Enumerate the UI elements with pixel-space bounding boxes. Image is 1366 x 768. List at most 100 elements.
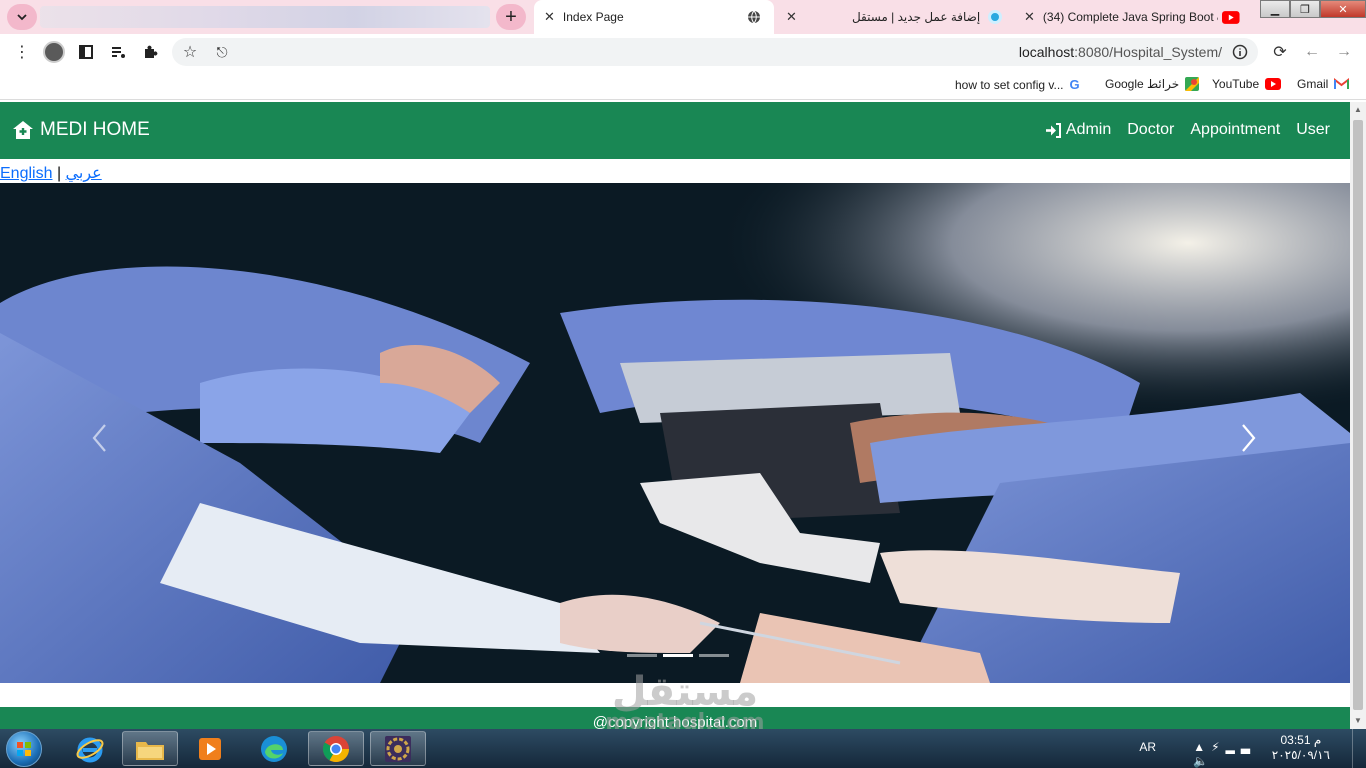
carousel-indicator-1[interactable] [627, 654, 657, 657]
bookmark-star-icon[interactable]: ☆ [180, 42, 200, 62]
tray-icons: ▲⚡▂▃ 🔈 [1193, 740, 1256, 768]
menu-dots-icon[interactable]: ⋮ [12, 42, 32, 62]
carousel-indicators [624, 654, 732, 657]
scroll-down-arrow-icon[interactable]: ▼ [1350, 713, 1366, 729]
address-bar[interactable]: ☆ ⎋ localhost:8080/Hospital_System/ [172, 38, 1258, 66]
edge-taskbar-icon[interactable] [246, 731, 302, 766]
nav-admin-label: Admin [1065, 121, 1112, 138]
close-window-button[interactable]: ✕ [1320, 0, 1366, 18]
lang-arabic-link[interactable]: عربي [66, 165, 102, 182]
clock-time: 03:51 م [1280, 733, 1322, 747]
tab-search-button[interactable] [7, 4, 37, 30]
nav-appointment[interactable]: Appointment [1190, 121, 1280, 139]
window-controls: ▁ ❐ ✕ [1260, 0, 1366, 18]
bookmark-label: Gmail [1297, 77, 1329, 91]
gmail-icon [1334, 78, 1350, 90]
nav-user[interactable]: User [1296, 121, 1330, 139]
tab-youtube-video[interactable]: ✕ (34) Complete Java Spring Boot & [1014, 0, 1250, 34]
bookmark-google-maps[interactable]: Google خرائط [1105, 77, 1200, 91]
reload-icon[interactable]: ⟳ [1270, 42, 1290, 62]
pinned-tabs-area [40, 6, 490, 28]
bookmark-label: YouTube [1212, 77, 1260, 91]
url-host: localhost [1018, 44, 1075, 60]
internet-explorer-taskbar-icon[interactable] [62, 731, 118, 766]
tab-title: إضافة عمل جديد | مستقل [851, 10, 981, 24]
bookmark-youtube[interactable]: YouTube [1212, 77, 1282, 91]
back-arrow-icon[interactable]: ← [1302, 42, 1322, 62]
browser-toolbar: ⋮ ☆ ⎋ localhost:8080/Hospital_System/ ⟳ … [0, 34, 1366, 70]
profile-avatar[interactable] [43, 41, 65, 63]
tab-title: Index Page [562, 10, 624, 24]
google-g-icon: G [1069, 77, 1080, 92]
chrome-taskbar-icon[interactable] [308, 731, 364, 766]
language-switcher: English | عربي [0, 163, 102, 183]
page-scrollbar[interactable]: ▲ ▼ [1350, 102, 1366, 729]
carousel-next-button[interactable] [1228, 418, 1268, 458]
file-explorer-taskbar-icon[interactable] [122, 731, 178, 766]
tab-index-page[interactable]: ✕ Index Page [534, 0, 774, 34]
carousel-slide-image [0, 183, 1350, 683]
nav-admin[interactable]: Admin [1045, 121, 1111, 139]
chevron-right-icon [1242, 424, 1256, 452]
url-path: :8080/Hospital_System/ [1074, 44, 1222, 60]
carousel-indicator-2[interactable] [663, 654, 693, 657]
nav-doctor[interactable]: Doctor [1127, 121, 1174, 139]
site-info-icon[interactable] [1230, 42, 1250, 62]
java-ee-ide-taskbar-icon[interactable] [370, 731, 426, 766]
forward-arrow-icon[interactable]: → [1334, 42, 1354, 62]
site-navbar: MEDI HOME Admin Doctor Appointment User [0, 102, 1350, 159]
bookmarks-bar: how to set config v... G Google خرائط Yo… [0, 70, 1366, 100]
input-language-indicator[interactable]: AR [1139, 740, 1156, 754]
globe-icon [747, 10, 760, 24]
youtube-icon [1265, 78, 1282, 90]
web-page: MEDI HOME Admin Doctor Appointment User … [0, 102, 1350, 729]
windows-logo-icon [17, 742, 31, 756]
tray-expand-icon[interactable]: ▲ [1193, 740, 1211, 754]
tab-mostaql[interactable]: ✕ إضافة عمل جديد | مستقل [776, 0, 1012, 34]
volume-icon[interactable]: 🔈 [1193, 754, 1214, 768]
show-desktop-button[interactable] [1352, 729, 1366, 768]
brand-link[interactable]: MEDI HOME [12, 119, 150, 141]
brand-name: MEDI HOME [40, 119, 150, 140]
close-tab-icon[interactable]: ✕ [1024, 9, 1035, 25]
close-tab-icon[interactable]: ✕ [544, 9, 555, 25]
clock-date: ٢٠٢٥/٠٩/١٦ [1271, 748, 1330, 762]
extensions-puzzle-icon[interactable] [140, 42, 160, 62]
nav-user-label: User [1296, 121, 1330, 138]
chevron-down-icon [17, 14, 27, 21]
sign-in-icon [1045, 122, 1061, 138]
youtube-icon [1222, 10, 1240, 24]
power-icon[interactable]: ⚡ [1211, 740, 1225, 754]
media-player-taskbar-icon[interactable] [182, 731, 238, 766]
share-icon[interactable]: ⎋ [212, 42, 232, 62]
url-text[interactable]: localhost:8080/Hospital_System/ [1019, 44, 1222, 60]
windows-taskbar: AR ▲⚡▂▃ 🔈 03:51 م ٢٠٢٥/٠٩/١٦ [0, 729, 1366, 768]
bookmark-label: how to set config v... [955, 77, 1064, 92]
scroll-up-arrow-icon[interactable]: ▲ [1350, 102, 1366, 118]
google-maps-icon [1185, 77, 1200, 91]
taskbar-clock[interactable]: 03:51 م ٢٠٢٥/٠٩/١٦ [1272, 733, 1330, 763]
restore-button[interactable]: ❐ [1290, 0, 1320, 18]
tab-title: (34) Complete Java Spring Boot & [1042, 10, 1219, 24]
new-tab-button[interactable]: + [496, 4, 526, 30]
start-button[interactable] [6, 731, 42, 767]
carousel-indicator-3[interactable] [699, 654, 729, 657]
hero-carousel [0, 183, 1350, 683]
close-tab-icon[interactable]: ✕ [786, 9, 797, 25]
bookmark-config[interactable]: how to set config v... G [955, 77, 1080, 92]
lang-separator: | [56, 165, 62, 182]
reading-list-icon[interactable] [108, 42, 128, 62]
mostaql-watermark: مستقل mostaql.com [600, 672, 770, 734]
browser-tab-strip: + ✕ Index Page ✕ إضافة عمل جديد | مستقل … [0, 0, 1366, 34]
scrollbar-thumb[interactable] [1353, 120, 1363, 710]
carousel-prev-button[interactable] [80, 418, 120, 458]
bookmark-gmail[interactable]: Gmail [1297, 77, 1350, 91]
bookmark-label: Google خرائط [1105, 77, 1180, 91]
nav-links: Admin Doctor Appointment User [1029, 121, 1330, 139]
lang-english-link[interactable]: English [0, 165, 52, 182]
side-panel-icon[interactable] [76, 42, 96, 62]
network-signal-icon[interactable]: ▂▃ [1226, 740, 1256, 754]
minimize-button[interactable]: ▁ [1260, 0, 1290, 18]
house-medical-icon [13, 121, 33, 139]
mostaql-favicon-icon [988, 10, 1002, 24]
